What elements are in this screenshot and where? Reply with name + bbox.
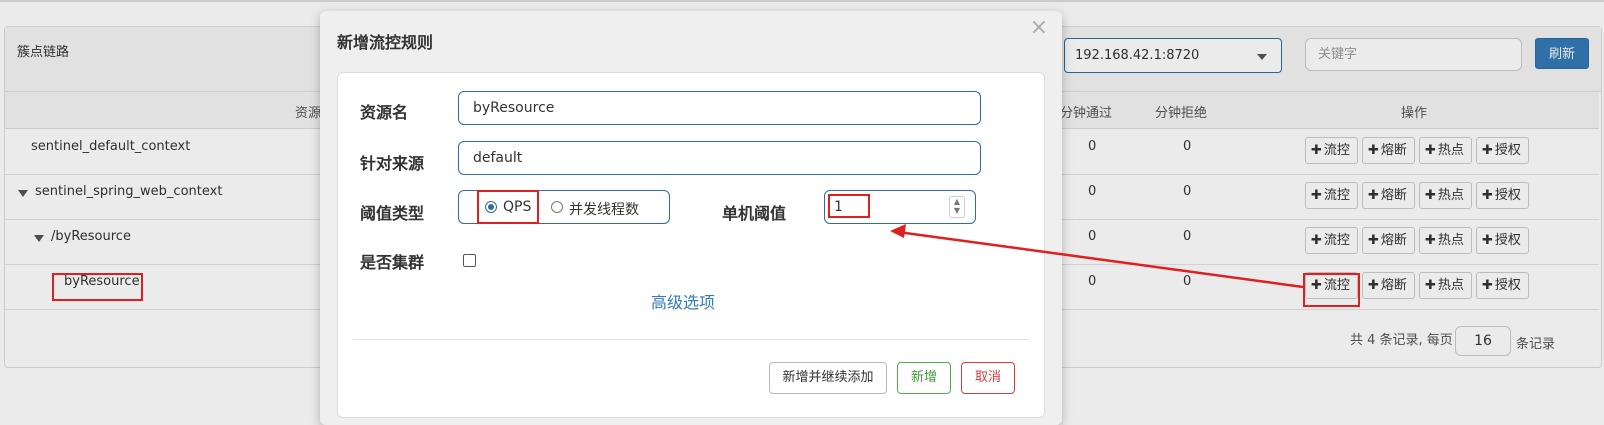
arrow-head-icon xyxy=(890,224,906,238)
arrow-line xyxy=(897,230,1304,289)
annotation-arrow xyxy=(890,224,1304,289)
